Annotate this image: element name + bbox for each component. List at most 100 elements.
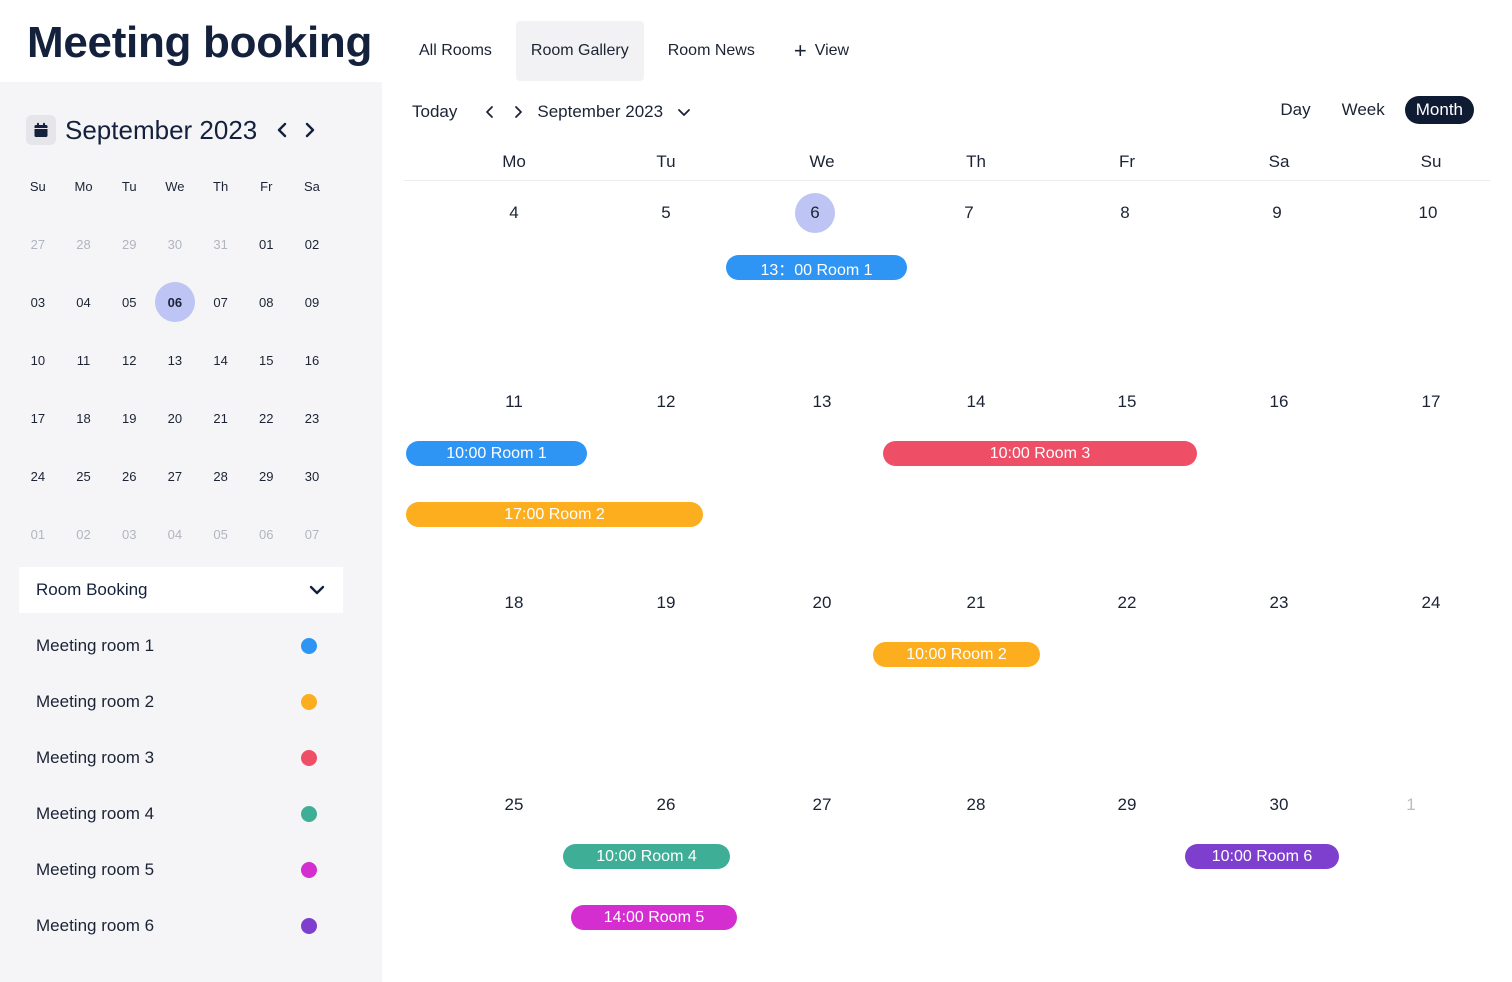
month-day-number[interactable]: 1 [1406, 795, 1415, 815]
month-day-number[interactable]: 18 [505, 593, 524, 613]
mini-day[interactable]: 26 [106, 447, 152, 505]
month-day-number[interactable]: 14 [967, 392, 986, 412]
mini-calendar-prev-button[interactable] [271, 117, 293, 143]
mini-day[interactable]: 10 [15, 331, 61, 389]
month-day-number[interactable]: 7 [964, 203, 973, 223]
event-pill[interactable]: 14:00 Room 5 [571, 905, 737, 930]
view-month-button[interactable]: Month [1404, 96, 1474, 124]
month-day-number[interactable]: 20 [813, 593, 832, 613]
mini-day[interactable]: 01 [243, 215, 289, 273]
month-day-number[interactable]: 19 [657, 593, 676, 613]
mini-day[interactable]: 07 [289, 505, 335, 563]
mini-day[interactable]: 22 [243, 389, 289, 447]
mini-day[interactable]: 02 [61, 505, 107, 563]
mini-day[interactable]: 07 [198, 273, 244, 331]
mini-day[interactable]: 03 [15, 273, 61, 331]
mini-day[interactable]: 30 [289, 447, 335, 505]
mini-day[interactable]: 03 [106, 505, 152, 563]
month-day-number[interactable]: 17 [1422, 392, 1441, 412]
month-day-number[interactable]: 30 [1270, 795, 1289, 815]
mini-day[interactable]: 29 [106, 215, 152, 273]
month-day-number[interactable]: 10 [1419, 203, 1438, 223]
calendar-toolbar: Today September 2023 Day Week Month [404, 96, 1490, 128]
mini-day[interactable]: 01 [15, 505, 61, 563]
mini-day-today[interactable]: 06 [152, 273, 198, 331]
mini-day[interactable]: 15 [243, 331, 289, 389]
mini-day[interactable]: 30 [152, 215, 198, 273]
event-pill[interactable]: 10:00 Room 2 [873, 642, 1040, 667]
mini-day[interactable]: 12 [106, 331, 152, 389]
month-day-number[interactable]: 24 [1422, 593, 1441, 613]
event-pill[interactable]: 10:00 Room 3 [883, 441, 1197, 466]
room-booking-toggle[interactable]: Room Booking [19, 567, 343, 613]
mini-day[interactable]: 25 [61, 447, 107, 505]
mini-day[interactable]: 24 [15, 447, 61, 505]
month-day-number[interactable]: 16 [1270, 392, 1289, 412]
mini-day[interactable]: 28 [61, 215, 107, 273]
mini-day[interactable]: 27 [15, 215, 61, 273]
mini-day[interactable]: 05 [106, 273, 152, 331]
month-day-number[interactable]: 15 [1118, 392, 1137, 412]
mini-day[interactable]: 11 [61, 331, 107, 389]
room-item[interactable]: Meeting room 1 [19, 618, 343, 674]
month-day-number[interactable]: 13 [813, 392, 832, 412]
room-item[interactable]: Meeting room 3 [19, 730, 343, 786]
mini-day[interactable]: 28 [198, 447, 244, 505]
add-view-button[interactable]: + View [779, 21, 864, 81]
month-day-number[interactable]: 12 [657, 392, 676, 412]
prev-month-button[interactable] [479, 99, 501, 125]
month-day-number[interactable]: 4 [509, 203, 518, 223]
tab-all-rooms[interactable]: All Rooms [404, 21, 507, 81]
next-month-button[interactable] [507, 99, 529, 125]
month-day-number[interactable]: 21 [967, 593, 986, 613]
mini-day[interactable]: 17 [15, 389, 61, 447]
mini-day[interactable]: 06 [243, 505, 289, 563]
month-day-number[interactable]: 27 [813, 795, 832, 815]
mini-day[interactable]: 16 [289, 331, 335, 389]
mini-day[interactable]: 09 [289, 273, 335, 331]
room-item[interactable]: Meeting room 5 [19, 842, 343, 898]
month-day-number[interactable]: 26 [657, 795, 676, 815]
mini-day[interactable]: 29 [243, 447, 289, 505]
month-day-number[interactable]: 11 [505, 392, 523, 412]
mini-day[interactable]: 20 [152, 389, 198, 447]
mini-day[interactable]: 19 [106, 389, 152, 447]
month-picker-dropdown[interactable] [677, 108, 691, 117]
event-pill[interactable]: 10:00 Room 1 [406, 441, 587, 466]
view-week-button[interactable]: Week [1331, 96, 1396, 124]
mini-day[interactable]: 08 [243, 273, 289, 331]
month-day-number[interactable]: 23 [1270, 593, 1289, 613]
mini-day[interactable]: 27 [152, 447, 198, 505]
month-day-number[interactable]: 9 [1272, 203, 1281, 223]
view-day-button[interactable]: Day [1269, 96, 1321, 124]
room-item[interactable]: Meeting room 2 [19, 674, 343, 730]
mini-day[interactable]: 05 [198, 505, 244, 563]
room-item[interactable]: Meeting room 6 [19, 898, 343, 954]
mini-day[interactable]: 31 [198, 215, 244, 273]
mini-day[interactable]: 21 [198, 389, 244, 447]
month-day-number[interactable]: 28 [967, 795, 986, 815]
mini-day[interactable]: 13 [152, 331, 198, 389]
mini-day[interactable]: 02 [289, 215, 335, 273]
month-day-number[interactable]: 8 [1120, 203, 1129, 223]
month-day-number[interactable]: 22 [1118, 593, 1137, 613]
mini-day[interactable]: 23 [289, 389, 335, 447]
month-day-number[interactable]: 5 [661, 203, 670, 223]
today-button[interactable]: Today [404, 102, 465, 122]
event-pill[interactable]: 17:00 Room 2 [406, 502, 703, 527]
mini-day[interactable]: 18 [61, 389, 107, 447]
room-booking-title: Room Booking [36, 580, 148, 599]
mini-day[interactable]: 14 [198, 331, 244, 389]
mini-day[interactable]: 04 [152, 505, 198, 563]
mini-calendar-next-button[interactable] [299, 117, 321, 143]
event-pill[interactable]: 10:00 Room 6 [1185, 844, 1339, 869]
tab-room-news[interactable]: Room News [653, 21, 770, 81]
mini-day[interactable]: 04 [61, 273, 107, 331]
tab-room-gallery[interactable]: Room Gallery [515, 21, 644, 81]
event-pill[interactable]: 13：00 Room 1 [726, 255, 907, 280]
room-item[interactable]: Meeting room 4 [19, 786, 343, 842]
month-day-number[interactable]: 29 [1118, 795, 1137, 815]
month-day-number[interactable]: 25 [505, 795, 524, 815]
event-pill[interactable]: 10:00 Room 4 [563, 844, 730, 869]
month-day-today[interactable]: 6 [795, 193, 835, 233]
